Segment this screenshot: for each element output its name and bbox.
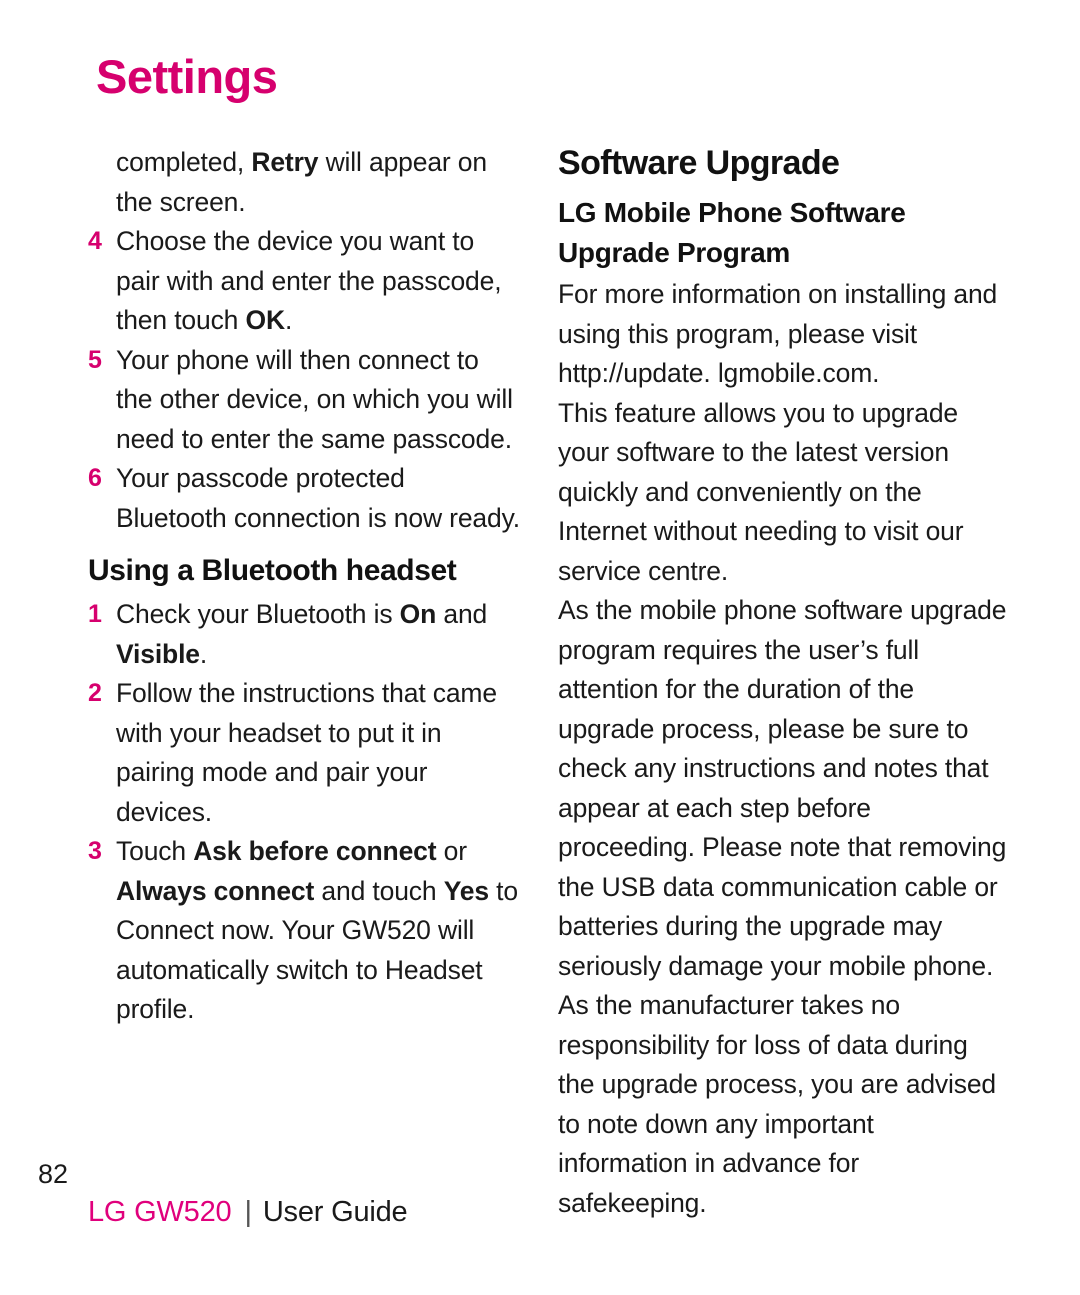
section-heading-bluetooth-headset: Using a Bluetooth headset — [88, 554, 457, 587]
list-item-text: Check your Bluetooth is — [116, 599, 400, 629]
footer-separator: | — [244, 1196, 252, 1228]
footer-guide-label: User Guide — [262, 1196, 408, 1228]
list-marker: 2 — [88, 679, 102, 707]
list-item-text: Your passcode protected Bluetooth connec… — [116, 463, 520, 533]
list-item-text: Follow the instructions that came with y… — [116, 678, 497, 827]
list-marker: 3 — [88, 837, 102, 865]
list-item-tail: . — [284, 305, 293, 335]
page-number: 82 — [38, 1159, 69, 1189]
list-item-text-2: and — [436, 599, 488, 629]
list-item-bold-2: Visible — [116, 638, 200, 669]
left-column: completed, Retry will appear on the scre… — [88, 143, 520, 1030]
paragraph: As the mobile phone software upgrade pro… — [558, 595, 1007, 1218]
continuation-bold: Retry — [251, 147, 319, 177]
list-item-bold-3: Yes — [443, 875, 489, 906]
list-item-bold-2: Always connect — [116, 875, 315, 906]
list-marker: 6 — [88, 464, 102, 492]
list-item-text: Choose the device you want to pair with … — [116, 226, 502, 335]
paragraph: For more information on installing and u… — [558, 279, 998, 388]
list-item: 5 Your phone will then connect to the oth… — [88, 341, 520, 460]
list-item: 1 Check your Bluetooth is On and Visible. — [88, 595, 520, 674]
list-item-text: Your phone will then connect to the othe… — [116, 344, 513, 454]
footer: LG GW520 | User Guide — [88, 1196, 408, 1228]
continuation-paragraph: completed, Retry will appear on the scre… — [88, 143, 520, 222]
section-heading-software-upgrade: Software Upgrade — [558, 144, 840, 182]
list-item-tail: . — [199, 638, 208, 669]
list-item-bold: Ask before connect — [193, 836, 437, 866]
list-item: 3 Touch Ask before connect or Always conn… — [88, 832, 520, 1030]
page-title: Settings — [96, 50, 278, 103]
list-item-text-3: and touch — [314, 875, 444, 906]
subheading-upgrade-program: LG Mobile Phone Software Upgrade Program — [558, 197, 906, 268]
continuation-pre: completed, — [116, 147, 252, 177]
list-item-text-2: or — [436, 836, 467, 866]
right-column: Software Upgrade LG Mobile Phone Softwar… — [558, 143, 1010, 1223]
list-item: 2 Follow the instructions that came with … — [88, 674, 520, 832]
list-item-bold: OK — [245, 305, 285, 335]
list-item: 4 Choose the device you want to pair with… — [88, 222, 520, 341]
paragraph: This feature allows you to upgrade your … — [558, 397, 964, 586]
list-marker: 5 — [88, 345, 102, 374]
footer-brand: LG GW520 — [88, 1196, 232, 1228]
list-item-bold: On — [399, 599, 437, 629]
list-marker: 1 — [88, 600, 102, 628]
list-item-text: Touch — [116, 836, 194, 866]
list-marker: 4 — [88, 227, 102, 255]
list-item: 6 Your passcode protected Bluetooth conne… — [88, 459, 520, 538]
